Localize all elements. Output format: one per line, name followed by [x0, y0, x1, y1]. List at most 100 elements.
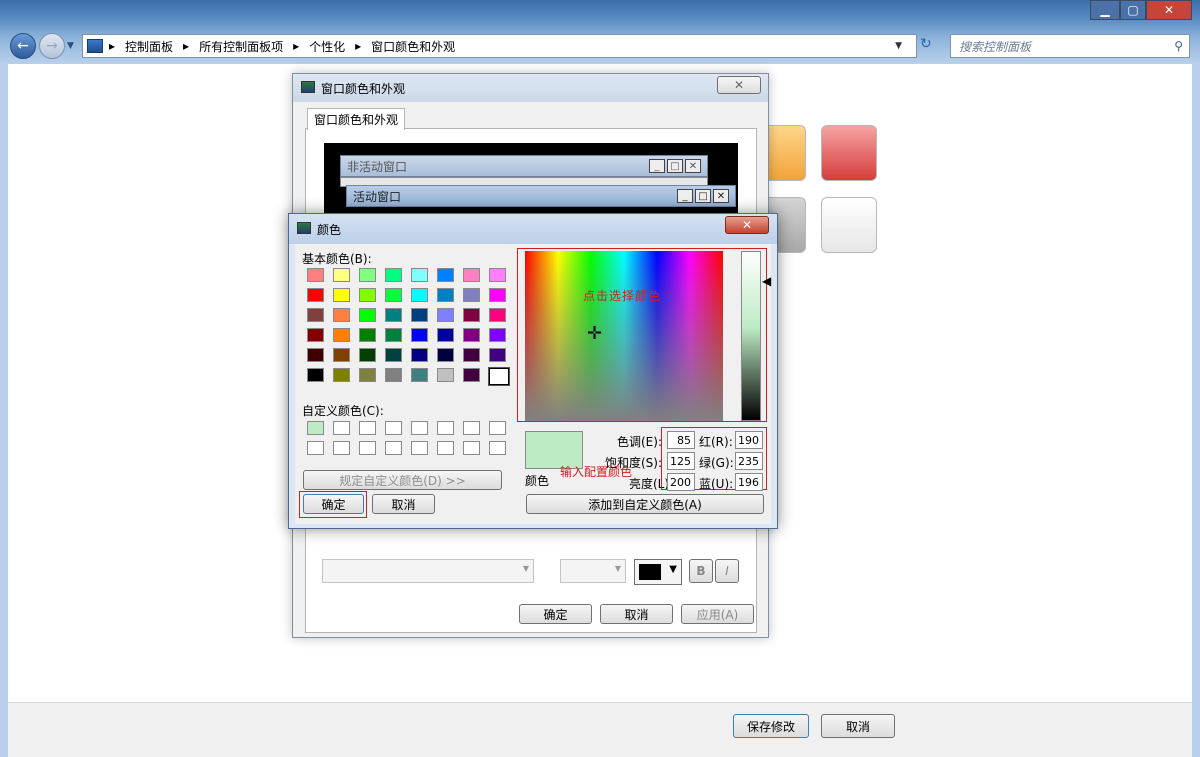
- breadcrumb-item[interactable]: 个性化: [309, 38, 345, 55]
- basic-color-cell[interactable]: [359, 328, 376, 342]
- basic-color-cell[interactable]: [359, 288, 376, 302]
- luminosity-slider[interactable]: [741, 251, 761, 421]
- basic-color-cell[interactable]: [463, 288, 480, 302]
- basic-color-cell[interactable]: [307, 328, 324, 342]
- blue-input[interactable]: 196: [735, 473, 763, 491]
- custom-color-cell[interactable]: [333, 421, 350, 435]
- basic-color-cell[interactable]: [385, 268, 402, 282]
- basic-color-cell[interactable]: [333, 348, 350, 362]
- basic-color-cell[interactable]: [307, 368, 324, 382]
- basic-color-cell[interactable]: [385, 288, 402, 302]
- basic-color-cell[interactable]: [437, 288, 454, 302]
- recent-pages-dropdown-icon[interactable]: ▼: [67, 41, 74, 51]
- luminosity-arrow-icon[interactable]: ◀: [762, 274, 771, 288]
- basic-color-cell[interactable]: [359, 308, 376, 322]
- basic-color-cell[interactable]: [385, 328, 402, 342]
- basic-color-cell[interactable]: [463, 348, 480, 362]
- custom-color-cell[interactable]: [359, 441, 376, 455]
- italic-button[interactable]: I: [715, 559, 739, 583]
- font-select[interactable]: ▼: [322, 559, 534, 583]
- color-cancel-button[interactable]: 取消: [372, 494, 435, 514]
- font-size-select[interactable]: ▼: [560, 559, 626, 583]
- color-swatch-white[interactable]: [821, 197, 877, 253]
- color-dialog-close-button[interactable]: ✕: [725, 216, 769, 234]
- custom-color-cell[interactable]: [359, 421, 376, 435]
- basic-color-cell[interactable]: [437, 268, 454, 282]
- basic-color-cell[interactable]: [437, 308, 454, 322]
- color-ok-button[interactable]: 确定: [303, 494, 364, 514]
- custom-color-cell[interactable]: [333, 441, 350, 455]
- define-custom-colors-button[interactable]: 规定自定义颜色(D) >>: [303, 470, 502, 490]
- red-input[interactable]: 190: [735, 431, 763, 449]
- custom-color-cell[interactable]: [437, 441, 454, 455]
- basic-color-cell[interactable]: [359, 368, 376, 382]
- address-dropdown-icon[interactable]: ▼: [895, 41, 902, 51]
- minimize-button[interactable]: ▁: [1090, 0, 1120, 20]
- color-swatch-red[interactable]: [821, 125, 877, 181]
- add-to-custom-colors-button[interactable]: 添加到自定义颜色(A): [526, 494, 764, 514]
- basic-color-cell[interactable]: [333, 328, 350, 342]
- active-window-preview[interactable]: 活动窗口 _ □ ✕: [346, 185, 736, 207]
- bold-button[interactable]: B: [689, 559, 713, 583]
- green-input[interactable]: 235: [735, 452, 763, 470]
- custom-color-cell[interactable]: [385, 441, 402, 455]
- color-spectrum[interactable]: 点击选择颜色 ✛: [525, 251, 723, 421]
- basic-color-cell[interactable]: [437, 348, 454, 362]
- hue-input[interactable]: 85: [667, 431, 695, 449]
- forward-button[interactable]: →: [39, 33, 65, 59]
- basic-color-cell[interactable]: [307, 348, 324, 362]
- basic-color-cell[interactable]: [463, 368, 480, 382]
- basic-color-cell[interactable]: [411, 308, 428, 322]
- basic-color-cell[interactable]: [437, 328, 454, 342]
- cancel-button[interactable]: 取消: [821, 714, 895, 738]
- search-input[interactable]: 搜索控制面板 ⚲: [950, 34, 1190, 58]
- basic-color-cell[interactable]: [463, 308, 480, 322]
- basic-color-cell[interactable]: [385, 348, 402, 362]
- apply-button[interactable]: 应用(A): [681, 604, 754, 624]
- basic-color-cell[interactable]: [489, 328, 506, 342]
- custom-color-cell[interactable]: [489, 421, 506, 435]
- basic-color-cell[interactable]: [489, 348, 506, 362]
- save-changes-button[interactable]: 保存修改: [733, 714, 809, 738]
- basic-color-cell[interactable]: [411, 288, 428, 302]
- appearance-ok-button[interactable]: 确定: [519, 604, 592, 624]
- basic-color-cell[interactable]: [333, 368, 350, 382]
- basic-color-cell[interactable]: [463, 268, 480, 282]
- basic-color-cell[interactable]: [489, 308, 506, 322]
- basic-color-cell[interactable]: [489, 268, 506, 282]
- basic-color-cell[interactable]: [463, 328, 480, 342]
- custom-color-cell[interactable]: [411, 441, 428, 455]
- appearance-dialog-close-button[interactable]: ✕: [717, 76, 761, 94]
- address-bar[interactable]: ▸ 控制面板 ▸ 所有控制面板项 ▸ 个性化 ▸ 窗口颜色和外观 ▼: [82, 34, 917, 58]
- basic-color-cell[interactable]: [489, 288, 506, 302]
- custom-color-cell[interactable]: [307, 441, 324, 455]
- inactive-window-preview[interactable]: 非活动窗口 _ □ ✕: [340, 155, 708, 177]
- custom-color-cell[interactable]: [411, 421, 428, 435]
- basic-color-cell[interactable]: [359, 268, 376, 282]
- basic-color-cell[interactable]: [411, 368, 428, 382]
- custom-color-cell[interactable]: [463, 441, 480, 455]
- custom-color-cell[interactable]: [489, 441, 506, 455]
- basic-color-cell[interactable]: [488, 367, 510, 386]
- luminosity-input[interactable]: 200: [667, 473, 695, 491]
- basic-color-cell[interactable]: [307, 268, 324, 282]
- refresh-icon[interactable]: ↻: [920, 36, 932, 52]
- basic-color-cell[interactable]: [307, 308, 324, 322]
- custom-color-cell[interactable]: [307, 421, 324, 435]
- basic-color-cell[interactable]: [411, 348, 428, 362]
- saturation-input[interactable]: 125: [667, 452, 695, 470]
- basic-color-cell[interactable]: [437, 368, 454, 382]
- basic-color-cell[interactable]: [359, 348, 376, 362]
- breadcrumb-item[interactable]: 控制面板: [125, 38, 173, 55]
- basic-color-cell[interactable]: [333, 268, 350, 282]
- maximize-button[interactable]: ▢: [1120, 0, 1146, 20]
- tab-window-color[interactable]: 窗口颜色和外观: [307, 108, 405, 130]
- custom-color-cell[interactable]: [385, 421, 402, 435]
- basic-color-cell[interactable]: [411, 268, 428, 282]
- basic-color-cell[interactable]: [307, 288, 324, 302]
- font-color-picker[interactable]: ▼: [634, 559, 682, 585]
- breadcrumb-item[interactable]: 所有控制面板项: [199, 38, 283, 55]
- custom-color-cell[interactable]: [437, 421, 454, 435]
- basic-color-cell[interactable]: [411, 328, 428, 342]
- back-button[interactable]: ←: [10, 33, 36, 59]
